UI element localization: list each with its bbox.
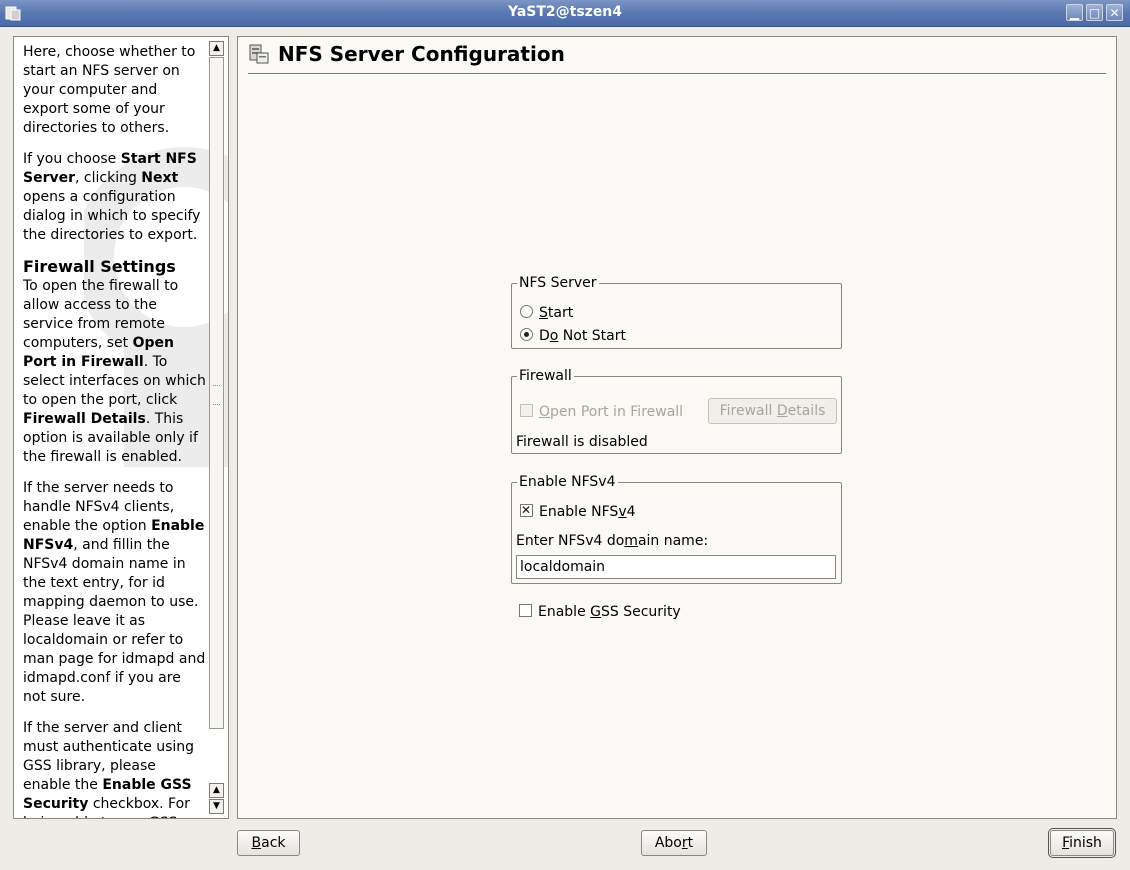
help-paragraph: To open the firewall to allow access to …: [23, 278, 206, 465]
scroll-up-icon[interactable]: ▲: [209, 783, 224, 798]
nfs-server-group: NFS Server Start Do Not Start: [511, 275, 842, 349]
checkbox-icon[interactable]: [519, 604, 532, 617]
help-heading-firewall: Firewall Settings: [23, 257, 176, 276]
help-paragraph: Here, choose whether to start an NFS ser…: [23, 44, 196, 136]
firewall-legend: Firewall: [519, 368, 572, 384]
firewall-group: Firewall Open Port in Firewall Firewall …: [511, 368, 842, 454]
do-not-start-radio[interactable]: Do Not Start: [520, 327, 626, 345]
help-paragraph: If you choose Start NFS Server, clicking…: [23, 151, 201, 243]
window-title: YaST2@tszen4: [507, 4, 623, 20]
window-titlebar: YaST2@tszen4 ▁ □ ✕: [0, 0, 1130, 27]
start-radio[interactable]: Start: [520, 304, 573, 322]
open-port-checkbox[interactable]: Open Port in Firewall: [520, 403, 683, 421]
help-paragraph: If the server and client must authentica…: [23, 720, 195, 818]
nfs-server-legend: NFS Server: [519, 275, 597, 291]
help-paragraph: If the server needs to handle NFSv4 clie…: [23, 480, 206, 705]
firewall-details-button[interactable]: Firewall Details: [708, 398, 837, 424]
enable-gss-checkbox[interactable]: Enable GSS Security: [519, 603, 681, 621]
nfsv4-legend: Enable NFSv4: [519, 474, 616, 490]
back-button[interactable]: Back: [237, 830, 300, 856]
firewall-status: Firewall is disabled: [516, 434, 648, 450]
radio-selected-icon[interactable]: [520, 328, 533, 341]
close-button[interactable]: ✕: [1106, 4, 1123, 21]
radio-icon[interactable]: [520, 305, 533, 318]
abort-button[interactable]: Abort: [641, 830, 707, 856]
domain-name-input[interactable]: localdomain: [516, 555, 836, 579]
minimize-button[interactable]: ▁: [1066, 4, 1083, 21]
page-title: NFS Server Configuration: [278, 42, 565, 66]
scrollbar-thumb[interactable]: [209, 57, 224, 729]
scroll-up-icon[interactable]: ▲: [209, 41, 224, 56]
checkbox-checked-icon[interactable]: [520, 501, 533, 519]
help-scrollbar[interactable]: ▲ ▲ ▼: [209, 41, 224, 814]
checkbox-icon[interactable]: [520, 404, 533, 417]
finish-button[interactable]: Finish: [1048, 828, 1116, 858]
title-divider: [248, 73, 1106, 75]
help-panel: Here, choose whether to start an NFS ser…: [13, 36, 229, 819]
main-panel: NFS Server Configuration NFS Server Star…: [237, 36, 1117, 819]
nfs-server-icon: [249, 44, 269, 64]
maximize-button[interactable]: □: [1086, 4, 1103, 21]
scroll-down-icon[interactable]: ▼: [209, 799, 224, 814]
nfsv4-group: Enable NFSv4 Enable NFSv4 Enter NFSv4 do…: [511, 474, 842, 584]
domain-name-label: Enter NFSv4 domain name:: [516, 533, 709, 549]
help-text: Here, choose whether to start an NFS ser…: [23, 43, 207, 818]
enable-nfsv4-checkbox[interactable]: Enable NFSv4: [520, 501, 636, 521]
